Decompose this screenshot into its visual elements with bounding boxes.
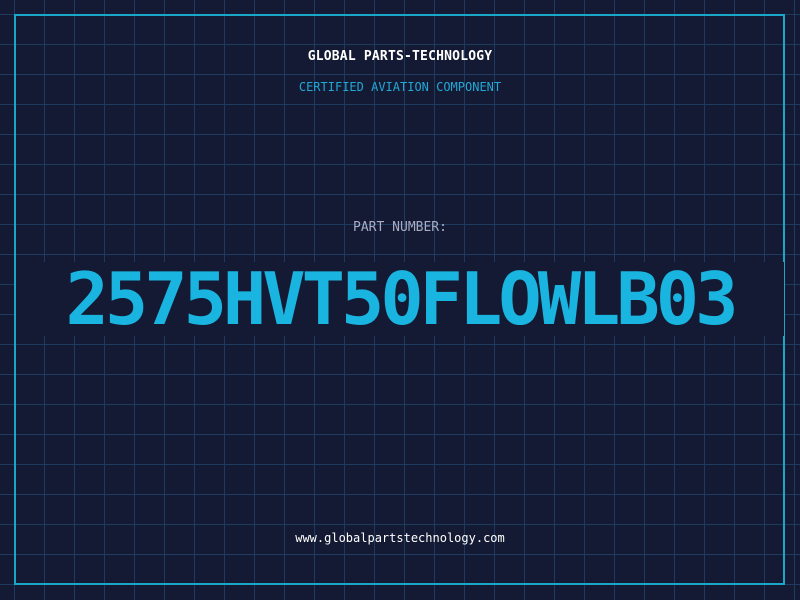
part-label-canvas: GLOBAL PARTS-TECHNOLOGY CERTIFIED AVIATI… xyxy=(0,0,800,600)
certification-subtitle: CERTIFIED AVIATION COMPONENT xyxy=(298,80,502,94)
website-url[interactable]: www.globalpartstechnology.com xyxy=(0,531,800,545)
part-number-value: 2575HVT50FLOWLB03 xyxy=(65,257,739,341)
part-number-label: PART NUMBER: xyxy=(353,220,447,235)
company-name: GLOBAL PARTS-TECHNOLOGY xyxy=(307,49,493,64)
